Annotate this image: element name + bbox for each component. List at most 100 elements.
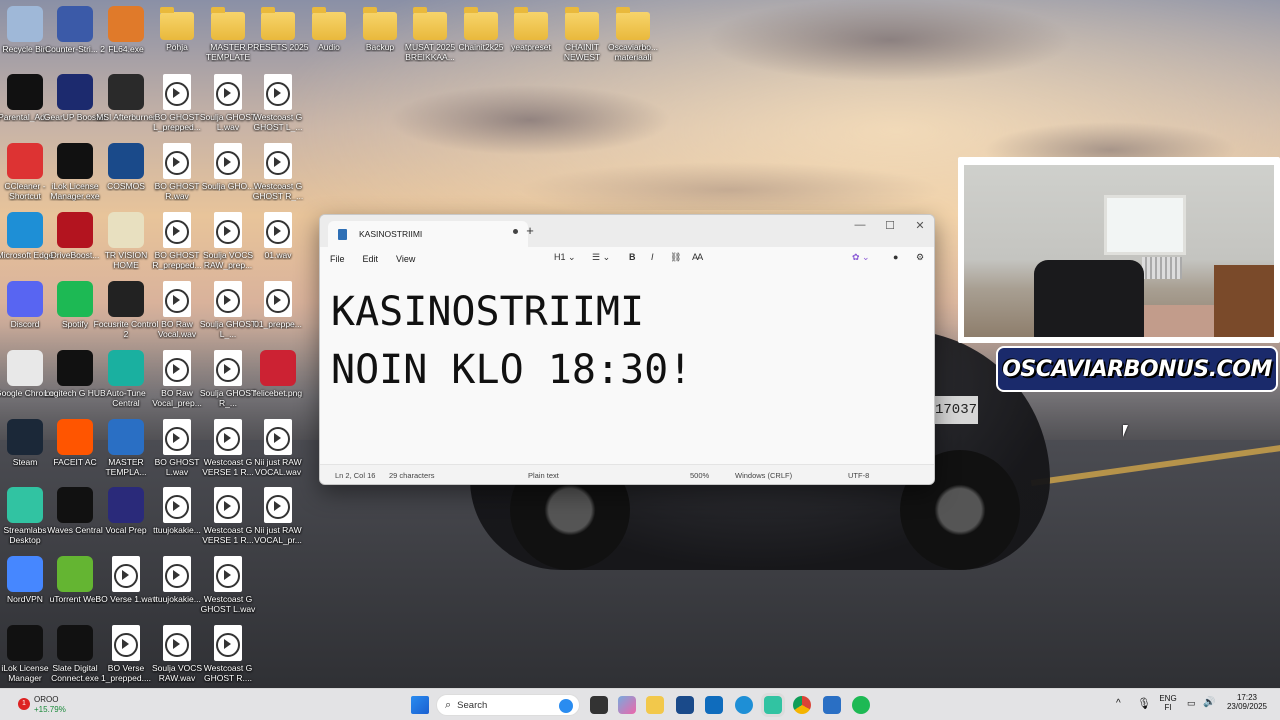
- status-bar: Ln 2, Col 16 29 characters Plain text 50…: [320, 464, 934, 484]
- audio-file-icon: [264, 212, 292, 248]
- desktop-icon-label: Westcoast G GHOST R_...: [252, 181, 304, 201]
- fl-studio-icon: [108, 6, 144, 42]
- cosmos-icon: [108, 143, 144, 179]
- account-icon[interactable]: ●: [893, 252, 898, 262]
- advisory-image-icon: [7, 74, 43, 110]
- maximize-icon[interactable]: ☐: [878, 219, 902, 232]
- volume-icon[interactable]: 🔊: [1203, 697, 1215, 708]
- audio-file-icon: [264, 143, 292, 179]
- spotify-taskbar-icon[interactable]: [852, 696, 870, 714]
- audio-file-icon: [163, 419, 191, 455]
- link-icon[interactable]: ⛓: [670, 252, 681, 263]
- stock-change: +15.79%: [34, 705, 66, 714]
- menu-file[interactable]: File: [330, 254, 345, 264]
- desktop-icon[interactable]: Westcoast G GHOST L.wav: [195, 556, 261, 614]
- license-plate: 17037: [934, 396, 978, 424]
- desktop-icon[interactable]: Nii just RAW VOCAL.wav: [245, 419, 311, 477]
- bold-button[interactable]: B: [629, 252, 636, 262]
- mouse-cursor-icon: [1123, 425, 1128, 437]
- heading-dropdown[interactable]: H1 ⌄: [554, 252, 576, 263]
- folder-icon: [616, 7, 650, 40]
- store-icon[interactable]: [676, 696, 694, 714]
- language-indicator[interactable]: ENG FI: [1156, 694, 1180, 712]
- heading-label: H1: [554, 252, 566, 262]
- list-icon[interactable]: ☰ ⌄: [592, 252, 610, 263]
- desktop-icon-label: Westcoast G GHOST L_...: [253, 112, 303, 132]
- unsaved-dot-icon[interactable]: [513, 229, 518, 234]
- clear-formatting-icon[interactable]: Ꜳ: [692, 252, 703, 263]
- desktop-icon-label: felicebet.png: [253, 388, 303, 398]
- nordvpn-icon: [7, 556, 43, 592]
- room-cabinet: [1214, 265, 1274, 337]
- title-bar[interactable]: KASINOSTRIIMI + — ☐ ✕: [320, 215, 934, 247]
- desktop-icon[interactable]: 01.wav: [245, 212, 311, 260]
- network-icon[interactable]: ▭: [1187, 698, 1196, 709]
- chrome-icon: [7, 350, 43, 386]
- copilot-icon[interactable]: ✿ ⌄: [852, 252, 870, 263]
- audio-file-icon: [163, 487, 191, 523]
- chrome-taskbar-icon[interactable]: [793, 696, 811, 714]
- settings-gear-icon[interactable]: ⚙: [916, 252, 924, 263]
- outlook-icon[interactable]: [705, 696, 723, 714]
- new-tab-button[interactable]: +: [520, 223, 540, 238]
- gaming-chair: [1034, 260, 1144, 337]
- audio-file-icon: [163, 74, 191, 110]
- image-file-icon: [260, 350, 296, 386]
- folder-icon: [464, 7, 498, 40]
- show-hidden-icons-chevron-icon[interactable]: ^: [1116, 698, 1121, 709]
- desktop-icon[interactable]: Westcoast G GHOST R_...: [245, 143, 311, 201]
- search-box[interactable]: ⌕ Search: [436, 694, 580, 716]
- audio-file-icon: [264, 74, 292, 110]
- ilok-icon: [57, 143, 93, 179]
- audio-file-icon: [264, 281, 292, 317]
- notification-badge: 1: [18, 698, 30, 710]
- desktop-icon[interactable]: 01_preppe...: [245, 281, 311, 329]
- notepad-window[interactable]: KASINOSTRIIMI + — ☐ ✕ File Edit View H1 …: [319, 214, 935, 485]
- webcam-feed: [964, 165, 1274, 337]
- folder-icon: [565, 7, 599, 40]
- encoding[interactable]: UTF-8: [848, 471, 869, 480]
- audio-file-icon: [214, 350, 242, 386]
- text-format[interactable]: Plain text: [528, 471, 559, 480]
- tab-title: KASINOSTRIIMI: [359, 229, 423, 239]
- audio-file-icon: [214, 487, 242, 523]
- search-highlight-icon[interactable]: [559, 699, 573, 713]
- desktop-icon[interactable]: Nii just RAW VOCAL_pr...: [245, 487, 311, 545]
- microphone-icon[interactable]: 🎙: [1137, 697, 1151, 710]
- zoom-level[interactable]: 500%: [690, 471, 709, 480]
- tab-kasinostriimi[interactable]: KASINOSTRIIMI: [328, 221, 528, 247]
- edge-taskbar-icon[interactable]: [735, 696, 753, 714]
- copilot-taskbar-icon[interactable]: [618, 696, 636, 714]
- streamlabs-taskbar-icon[interactable]: [764, 696, 782, 714]
- desktop-icon[interactable]: Oscaviarbo... materiaali: [600, 6, 666, 62]
- tr-vision-icon: [108, 212, 144, 248]
- audio-file-icon: [264, 487, 292, 523]
- editor-text[interactable]: KASINOSTRIIMI NOIN KLO 18:30!: [331, 283, 692, 399]
- clock-date: 23/09/2025: [1226, 702, 1268, 711]
- desktop-icon[interactable]: Westcoast G GHOST L_...: [245, 74, 311, 132]
- audio-file-icon: [264, 419, 292, 455]
- desktop-icon-label: Nii just RAW VOCAL.wav: [254, 457, 302, 477]
- region: FI: [1164, 703, 1172, 712]
- notepad-taskbar-icon[interactable]: [823, 696, 841, 714]
- waves-icon: [57, 487, 93, 523]
- stock-widget[interactable]: 1 OROO +15.79%: [12, 694, 102, 718]
- line-ending[interactable]: Windows (CRLF): [735, 471, 792, 480]
- menu-view[interactable]: View: [396, 254, 415, 264]
- menu-edit[interactable]: Edit: [363, 254, 379, 264]
- desktop-icon[interactable]: felicebet.png: [245, 350, 311, 398]
- desktop-icon-label: 01_preppe...: [254, 319, 302, 329]
- start-windows-icon[interactable]: [411, 696, 429, 714]
- clock[interactable]: 17:23 23/09/2025: [1222, 693, 1272, 711]
- audio-file-icon: [163, 143, 191, 179]
- close-icon[interactable]: ✕: [908, 219, 932, 232]
- italic-button[interactable]: I: [651, 252, 654, 262]
- ccleaner-icon: [7, 143, 43, 179]
- audio-file-icon: [214, 281, 242, 317]
- recycle-bin-icon: [7, 6, 43, 42]
- file-explorer-icon[interactable]: [646, 696, 664, 714]
- task-view-icon[interactable]: [590, 696, 608, 714]
- desktop-icon[interactable]: Westcoast G GHOST R....: [195, 625, 261, 683]
- audio-file-icon: [214, 143, 242, 179]
- minimize-icon[interactable]: —: [848, 219, 872, 231]
